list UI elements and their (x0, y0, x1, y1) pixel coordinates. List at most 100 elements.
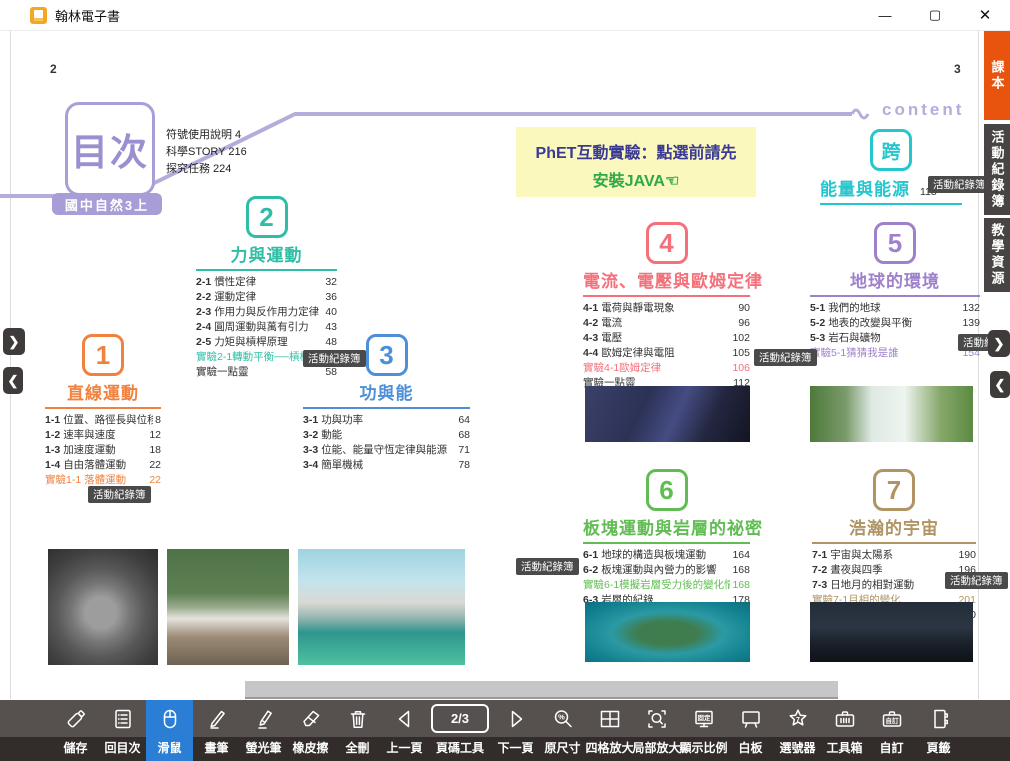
chapter-block-6: 6 板塊運動與岩層的祕密 6-1地球的構造與板塊運動1646-2板塊運動與內營力的影… (583, 469, 750, 608)
whiteboard-tool[interactable]: 白板 (727, 700, 774, 761)
toc-item-1-2[interactable]: 1-2速率與速度12 (45, 428, 161, 443)
toc-item-1-3[interactable]: 1-3加速度運動18 (45, 443, 161, 458)
toc-item-4-2[interactable]: 4-2電流96 (583, 316, 750, 331)
chapter-3-items: 3-1功與功率643-2動能683-3位能、能量守恆定律與能源713-4簡單機械… (303, 413, 470, 473)
chapter-7-number-badge[interactable]: 7 (873, 469, 915, 511)
activity-record-badge[interactable]: 活動紀錄簿 (88, 486, 151, 503)
cross-title: 能量與能源 (820, 175, 910, 200)
chapter-1-title[interactable]: 直線運動 (45, 379, 161, 404)
side-tab-activity-book[interactable]: 活動紀錄簿 (984, 124, 1010, 215)
toc-item-3-4[interactable]: 3-4簡單機械78 (303, 458, 470, 473)
toc-item-2-1[interactable]: 2-1慣性定律32 (196, 275, 337, 290)
chapter-6-number-badge[interactable]: 6 (646, 469, 688, 511)
chapter-5-title[interactable]: 地球的環境 (810, 267, 980, 292)
toc-item-2-4[interactable]: 2-4圓周運動與萬有引力43 (196, 320, 337, 335)
toc-item-title: 晝夜與四季 (830, 563, 956, 578)
next-page-tool[interactable]: 下一頁 (492, 700, 539, 761)
minimize-button[interactable]: — (860, 0, 910, 30)
scrollbar-thumb[interactable] (245, 681, 838, 699)
phet-java-link[interactable]: 安裝JAVA☜ (516, 167, 756, 191)
quad-zoom-tool[interactable]: 四格放大 (586, 700, 633, 761)
toc-item-3-2[interactable]: 3-2動能68 (303, 428, 470, 443)
toc-item-5-3[interactable]: 5-3岩石與礦物149 (810, 331, 980, 346)
save-tool[interactable]: 儲存 (52, 700, 99, 761)
display-scale-tool[interactable]: 固定顯示比例 (680, 700, 727, 761)
eraser-tool[interactable]: 橡皮擦 (287, 700, 334, 761)
toc-item-code: 4-2 (583, 316, 598, 331)
star-number-tool[interactable]: 7選號器 (774, 700, 821, 761)
trash-tool[interactable]: 全刪 (334, 700, 381, 761)
page-indicator[interactable]: 2/3 (431, 704, 489, 733)
toc-item-1-4[interactable]: 1-4自由落體運動22 (45, 458, 161, 473)
toc-item-3-1[interactable]: 3-1功與功率64 (303, 413, 470, 428)
region-zoom-tool[interactable]: 局部放大 (633, 700, 680, 761)
phet-notice-box: PhET互動實驗：點選前請先 安裝JAVA☜ (516, 127, 756, 197)
toc-item-2-3[interactable]: 2-3作用力與反作用力定律40 (196, 305, 337, 320)
front-matter-item[interactable]: 符號使用說明 4 (166, 127, 247, 144)
toc-item-4-3[interactable]: 4-3電壓102 (583, 331, 750, 346)
toolbox-tool[interactable]: 工具箱 (821, 700, 868, 761)
toc-item-code: 5-2 (810, 316, 825, 331)
activity-record-badge[interactable]: 活動紀錄簿 (516, 558, 579, 575)
mouse-tool[interactable]: 滑鼠 (146, 700, 193, 761)
waterfall-photo (810, 386, 973, 442)
front-matter-item[interactable]: 探究任務 224 (166, 161, 247, 178)
horizontal-scrollbar[interactable] (245, 681, 838, 697)
side-tab-teaching-resources[interactable]: 教學資源 (984, 218, 1010, 292)
toc-item-exp-6[interactable]: 實驗6-1模擬岩層受力後的變化情形168 (583, 578, 750, 593)
maximize-button[interactable]: ▢ (910, 0, 960, 30)
side-tab-textbook[interactable]: 課本 (984, 31, 1010, 120)
toc-tool[interactable]: 回目次 (99, 700, 146, 761)
page-tabs-tool[interactable]: 頁籤 (915, 700, 962, 761)
right-edge-prev-button[interactable]: ❮ (990, 371, 1010, 398)
chapter-3-number-badge[interactable]: 3 (366, 334, 408, 376)
left-edge-next-button[interactable]: ❯ (3, 328, 25, 355)
chapter-4-number-badge[interactable]: 4 (646, 222, 688, 264)
chapter-4-title[interactable]: 電流、電壓與歐姆定律 (583, 267, 750, 292)
chapter-5-rule (810, 295, 980, 297)
page-indicator-tool[interactable]: 2/3頁碼工具 (428, 700, 492, 761)
highlighter-tool[interactable]: 螢光筆 (240, 700, 287, 761)
activity-record-badge[interactable]: 活動紀錄簿 (928, 176, 991, 193)
toc-item-7-1[interactable]: 7-1宇宙與太陽系190 (812, 548, 976, 563)
custom-toolbox-tool[interactable]: 自訂自訂 (868, 700, 915, 761)
toc-item-exp-5[interactable]: 實驗5-1猜猜我是誰154 (810, 346, 980, 361)
left-edge-prev-button[interactable]: ❮ (3, 367, 23, 394)
activity-record-badge[interactable]: 活動紀錄簿 (754, 349, 817, 366)
front-matter-item[interactable]: 科學STORY 216 (166, 144, 247, 161)
toc-item-5-2[interactable]: 5-2地表的改變與平衡139 (810, 316, 980, 331)
toc-item-2-2[interactable]: 2-2運動定律36 (196, 290, 337, 305)
toc-item-3-3[interactable]: 3-3位能、能量守恆定律與能源71 (303, 443, 470, 458)
toc-item-page: 90 (738, 301, 750, 316)
chapter-7-title[interactable]: 浩瀚的宇宙 (812, 514, 976, 539)
toc-item-code: 7-1 (812, 548, 827, 563)
chapter-6-title[interactable]: 板塊運動與岩層的祕密 (583, 514, 750, 539)
toc-item-6-1[interactable]: 6-1地球的構造與板塊運動164 (583, 548, 750, 563)
pen-tool[interactable]: 畫筆 (193, 700, 240, 761)
activity-record-badge[interactable]: 活動紀錄簿 (303, 350, 366, 367)
toc-item-4-4[interactable]: 4-4歐姆定律與電阻105 (583, 346, 750, 361)
right-edge-next-button[interactable]: ❯ (988, 330, 1010, 357)
pen-icon (205, 700, 229, 737)
toc-item-1-1[interactable]: 1-1位置、路徑長與位移8 (45, 413, 161, 428)
toc-item-exp-4[interactable]: 實驗4-1歐姆定律106 (583, 361, 750, 376)
close-button[interactable]: ✕ (960, 0, 1010, 30)
toc-item-5-1[interactable]: 5-1我們的地球132 (810, 301, 980, 316)
tool-label: 四格放大 (586, 737, 634, 761)
chapter-2-number-badge[interactable]: 2 (246, 196, 288, 238)
prev-page-tool[interactable]: 上一頁 (381, 700, 428, 761)
zoom-percent-tool[interactable]: %原尺寸 (539, 700, 586, 761)
toc-item-title: 實驗5-1猜猜我是誰 (810, 346, 960, 361)
chapter-1-number-badge[interactable]: 1 (82, 334, 124, 376)
toc-item-6-2[interactable]: 6-2板塊運動與內營力的影響168 (583, 563, 750, 578)
chapter-3-title[interactable]: 功與能 (303, 379, 470, 404)
next-page-icon (504, 700, 528, 737)
activity-record-badge[interactable]: 活動紀錄簿 (945, 572, 1008, 589)
toc-item-page: 102 (732, 331, 750, 346)
toc-item-4-1[interactable]: 4-1電荷與靜電現象90 (583, 301, 750, 316)
cross-number-badge[interactable]: 跨 (870, 129, 912, 171)
chapter-5-number-badge[interactable]: 5 (874, 222, 916, 264)
toc-item-title: 運動定律 (214, 290, 323, 305)
chapter-2-title[interactable]: 力與運動 (196, 241, 337, 266)
speedometer-photo (48, 549, 158, 665)
